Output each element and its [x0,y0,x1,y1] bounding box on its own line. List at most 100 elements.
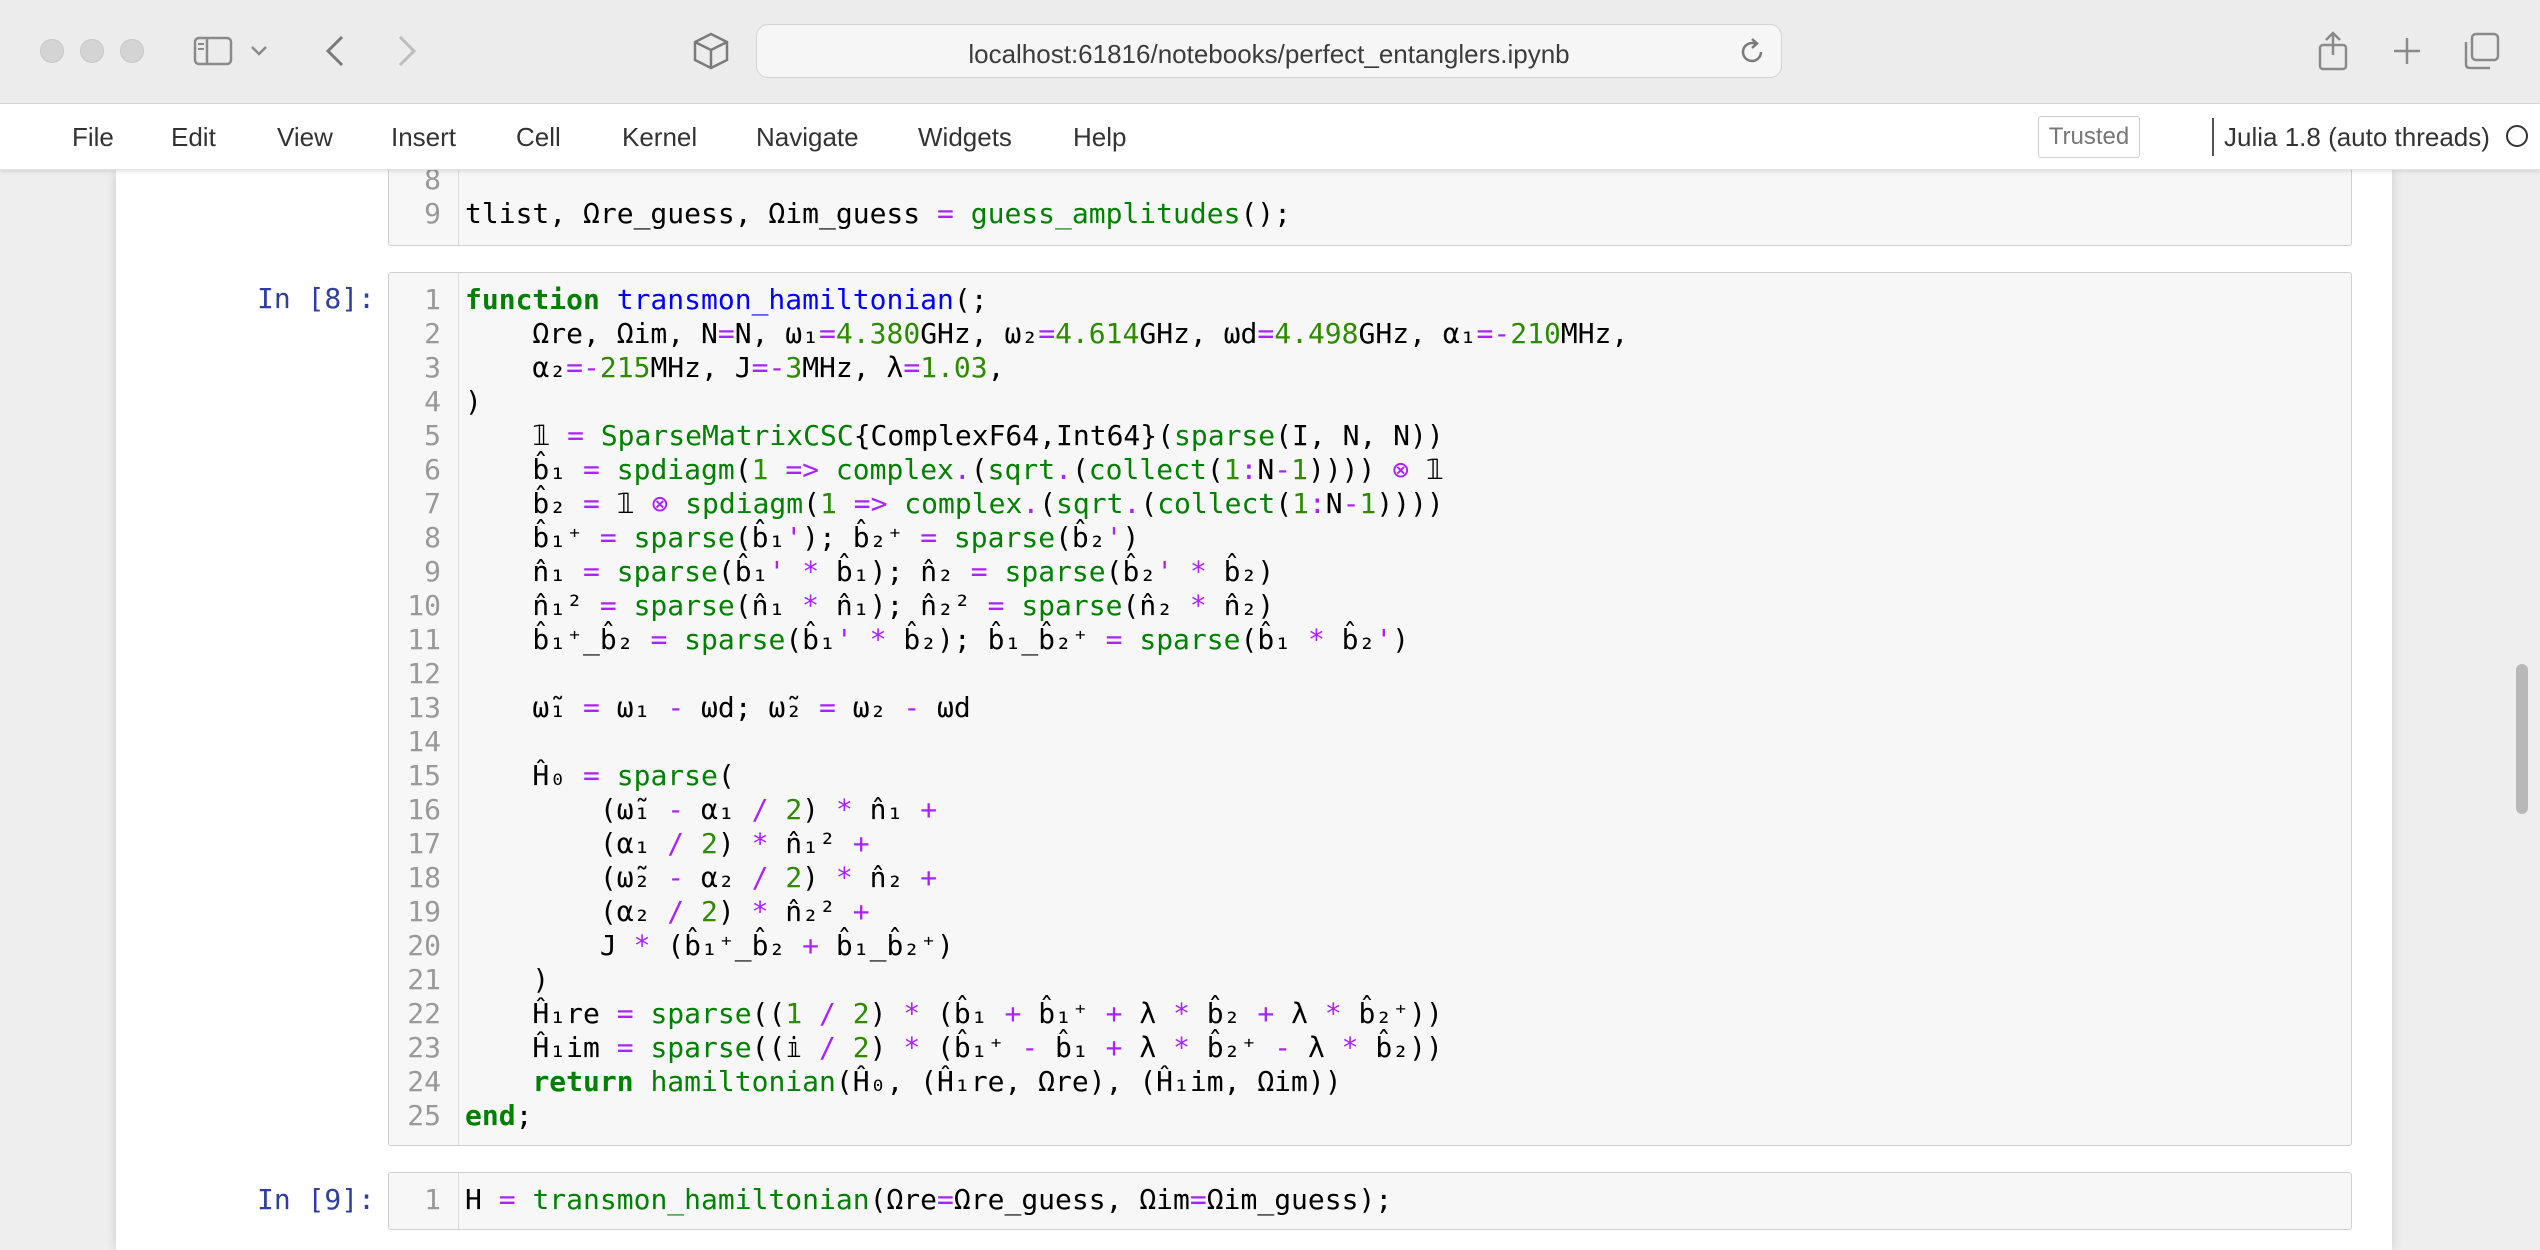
code-line[interactable]: 2 Ωre, Ωim, N=N, ω₁=4.380GHz, ω₂=4.614GH… [389,317,2349,351]
menu-view[interactable]: View [277,122,333,153]
code-line[interactable]: 9 tlist, Ωre_guess, Ωim_guess = guess_amp… [389,197,2349,231]
line-number: 7 [424,487,441,520]
line-number: 1 [424,283,441,316]
code-line[interactable]: 13 ω̃₁ = ω₁ - ωd; ω̃₂ = ω₂ - ωd [389,691,2349,725]
code-text: n̂₁ = sparse(b̂₁' * b̂₁); n̂₂ = sparse(b… [465,555,1275,588]
code-line[interactable]: 10 n̂₁² = sparse(n̂₁ * n̂₁); n̂₂² = spar… [389,589,2349,623]
menu-help[interactable]: Help [1073,122,1126,153]
menu-navigate[interactable]: Navigate [756,122,859,153]
code-text: b̂₂ = 𝟙 ⊗ spdiagm(1 => complex.(sqrt.(co… [465,487,1444,520]
code-text: return hamiltonian(Ĥ₀, (Ĥ₁re, Ωre), (Ĥ₁i… [532,1065,1342,1098]
back-arrow-icon[interactable] [312,28,358,74]
line-number: 11 [407,623,441,656]
code-line[interactable]: 4) [389,385,2349,419]
line-number: 17 [407,827,441,860]
url-text: localhost:61816/notebooks/perfect_entang… [968,39,1570,69]
code-line[interactable]: 14 [389,725,2349,759]
kernel-separator [2212,118,2214,156]
code-line[interactable]: 5 𝟙 = SparseMatrixCSC{ComplexF64,Int64}(… [389,419,2349,453]
code-text: J * (b̂₁⁺_b̂₂ + b̂₁_b̂₂⁺) [465,929,954,962]
code-text: α₂=-215MHz, J=-3MHz, λ=1.03, [465,351,1005,384]
window-close-button[interactable] [40,39,64,63]
code-text: n̂₁² = sparse(n̂₁ * n̂₁); n̂₂² = sparse(… [465,589,1275,622]
line-number: 18 [407,861,441,894]
line-number: 23 [407,1031,441,1064]
code-text: Ĥ₁im = sparse((𝕚 / 2) * (b̂₁⁺ - b̂₁ + λ … [465,1031,1443,1064]
code-text: (ω̃₁ - α₁ / 2) * n̂₁ + [465,793,938,826]
code-line[interactable]: 1 function transmon_hamiltonian(; [389,283,2349,317]
line-number: 9 [424,555,441,588]
cell-prompt: In [9]: [257,1183,376,1216]
code-line[interactable]: 7 b̂₂ = 𝟙 ⊗ spdiagm(1 => complex.(sqrt.(… [389,487,2349,521]
cube-icon[interactable] [688,28,734,74]
line-number: 21 [407,963,441,996]
reload-icon[interactable] [1737,37,1767,67]
cell-prompt: In [8]: [257,282,376,315]
menu-file[interactable]: File [72,122,114,153]
code-line[interactable]: 8 b̂₁⁺ = sparse(b̂₁'); b̂₂⁺ = sparse(b̂₂… [389,521,2349,555]
line-number: 14 [407,725,441,758]
vertical-scrollbar[interactable] [2516,664,2528,814]
code-line[interactable]: 22 Ĥ₁re = sparse((1 / 2) * (b̂₁ + b̂₁⁺ +… [389,997,2349,1031]
code-text: ) [465,385,482,418]
line-number: 15 [407,759,441,792]
code-text: (ω̃₂ - α₂ / 2) * n̂₂ + [465,861,938,894]
code-text: H = transmon_hamiltonian(Ωre=Ωre_guess, … [465,1183,1393,1216]
tab-overview-icon[interactable] [2458,28,2504,74]
code-line[interactable]: 16 (ω̃₁ - α₁ / 2) * n̂₁ + [389,793,2349,827]
forward-arrow-icon[interactable] [384,28,430,74]
code-line[interactable]: 19 (α₂ / 2) * n̂₂² + [389,895,2349,929]
menu-edit[interactable]: Edit [171,122,216,153]
line-number: 6 [424,453,441,486]
menu-widgets[interactable]: Widgets [918,122,1012,153]
line-number: 25 [407,1099,441,1132]
code-line[interactable]: 11 b̂₁⁺_b̂₂ = sparse(b̂₁' * b̂₂); b̂₁_b̂… [389,623,2349,657]
code-line[interactable]: 12 [389,657,2349,691]
menu-kernel[interactable]: Kernel [622,122,697,153]
code-cell-input[interactable]: 1 function transmon_hamiltonian(; 2 Ωre, Ω… [388,272,2352,1146]
code-text: 𝟙 = SparseMatrixCSC{ComplexF64,Int64}(sp… [465,419,1444,452]
window-zoom-button[interactable] [120,39,144,63]
code-line[interactable]: 20 J * (b̂₁⁺_b̂₂ + b̂₁_b̂₂⁺) [389,929,2349,963]
notebook-menubar: File Edit View Insert Cell Kernel Naviga… [0,104,2540,170]
kernel-name[interactable]: Julia 1.8 (auto threads) [2224,122,2490,153]
menu-cell[interactable]: Cell [516,122,561,153]
code-line[interactable]: 23 Ĥ₁im = sparse((𝕚 / 2) * (b̂₁⁺ - b̂₁ +… [389,1031,2349,1065]
line-number: 16 [407,793,441,826]
code-text: ) [465,963,550,996]
new-tab-plus-icon[interactable] [2384,28,2430,74]
code-text: ω̃₁ = ω₁ - ωd; ω̃₂ = ω₂ - ωd [465,691,971,724]
line-number: 2 [424,317,441,350]
sidebar-toggle-icon[interactable] [190,28,236,74]
code-line[interactable]: 1 H = transmon_hamiltonian(Ωre=Ωre_guess,… [389,1183,2349,1217]
code-text: Ĥ₁re = sparse((1 / 2) * (b̂₁ + b̂₁⁺ + λ … [465,997,1443,1030]
code-line[interactable]: 21 ) [389,963,2349,997]
line-number: 19 [407,895,441,928]
chevron-down-icon[interactable] [244,28,274,74]
line-number: 4 [424,385,441,418]
code-line[interactable]: 17 (α₁ / 2) * n̂₁² + [389,827,2349,861]
code-line[interactable]: 3 α₂=-215MHz, J=-3MHz, λ=1.03, [389,351,2349,385]
address-bar[interactable]: localhost:61816/notebooks/perfect_entang… [756,24,1782,78]
code-text: b̂₁⁺_b̂₂ = sparse(b̂₁' * b̂₂); b̂₁_b̂₂⁺ … [465,623,1410,656]
code-cell-input[interactable]: 1 H = transmon_hamiltonian(Ωre=Ωre_guess,… [388,1172,2352,1230]
code-line[interactable]: 6 b̂₁ = spdiagm(1 => complex.(sqrt.(coll… [389,453,2349,487]
line-number: 13 [407,691,441,724]
code-text: (α₂ / 2) * n̂₂² + [465,895,870,928]
code-line[interactable]: 24 return hamiltonian(Ĥ₀, (Ĥ₁re, Ωre), (… [389,1065,2349,1099]
code-line[interactable]: 15 Ĥ₀ = sparse( [389,759,2349,793]
menu-insert[interactable]: Insert [391,122,456,153]
line-number: 24 [407,1065,441,1098]
code-text: Ωre, Ωim, N=N, ω₁=4.380GHz, ω₂=4.614GHz,… [465,317,1629,350]
trusted-badge[interactable]: Trusted [2038,116,2140,158]
code-line[interactable]: 25 end; [389,1099,2349,1133]
line-number: 10 [407,589,441,622]
share-icon[interactable] [2310,28,2356,74]
line-number: 5 [424,419,441,452]
line-number: 8 [424,521,441,554]
window-minimize-button[interactable] [80,39,104,63]
code-line[interactable]: 18 (ω̃₂ - α₂ / 2) * n̂₂ + [389,861,2349,895]
code-line[interactable]: 9 n̂₁ = sparse(b̂₁' * b̂₁); n̂₂ = sparse… [389,555,2349,589]
code-text: b̂₁ = spdiagm(1 => complex.(sqrt.(collec… [465,453,1444,486]
code-text: b̂₁⁺ = sparse(b̂₁'); b̂₂⁺ = sparse(b̂₂') [465,521,1140,554]
